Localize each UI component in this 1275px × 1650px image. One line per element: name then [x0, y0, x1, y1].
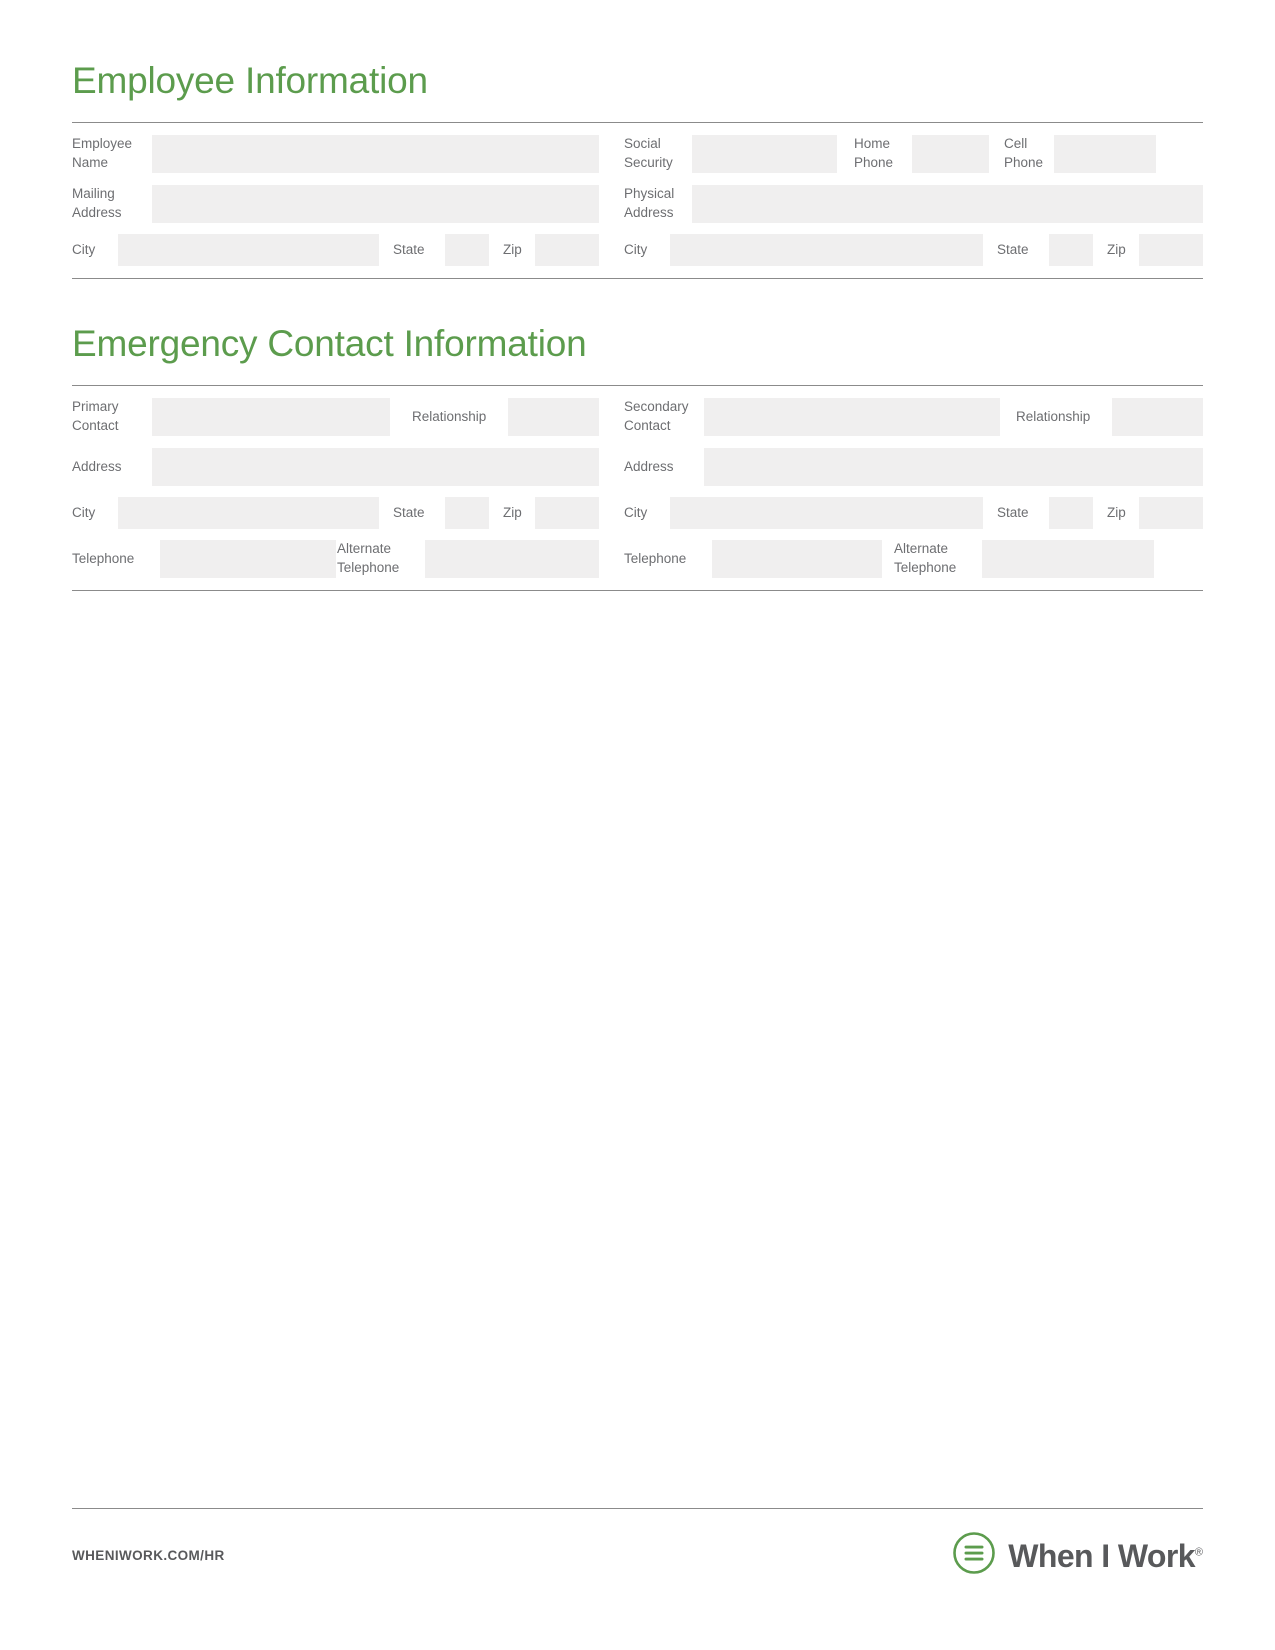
primary-address-input[interactable] [152, 448, 599, 486]
primary-relationship-input[interactable] [508, 398, 599, 436]
secondary-state-label: State [997, 504, 1029, 520]
secondary-telephone-row: Telephone Alternate Telephone [624, 540, 1203, 578]
employee-information-section: Employee Name Mailing Address City State [72, 122, 1203, 279]
footer: WHENIWORK.COM/HR When I Work® [72, 1508, 1203, 1580]
physical-zip-label: Zip [1107, 241, 1126, 257]
top-spacer [72, 0, 1203, 62]
title-spacer [72, 99, 1203, 122]
secondary-city-label: City [624, 504, 648, 520]
primary-state-input[interactable] [445, 497, 489, 529]
physical-address-input[interactable] [692, 185, 1203, 223]
employee-name-row: Employee Name [72, 135, 599, 173]
emergency-contact-title: Emergency Contact Information [72, 323, 587, 364]
physical-address-row: Physical Address [624, 185, 1203, 223]
primary-state-label: State [393, 504, 425, 520]
primary-zip-label: Zip [503, 504, 522, 520]
social-security-input[interactable] [692, 135, 837, 173]
primary-contact-column: Primary Contact Relationship Address Cit… [72, 398, 599, 578]
mailing-city-state-zip-row: City State Zip [72, 234, 599, 266]
page-title: Employee Information [72, 60, 428, 101]
secondary-address-input[interactable] [704, 448, 1203, 486]
primary-alternate-telephone-label: Alternate Telephone [337, 541, 400, 575]
secondary-city-state-zip-row: City State Zip [624, 497, 1203, 529]
mailing-state-label: State [393, 241, 425, 257]
primary-address-label: Address [72, 458, 122, 474]
secondary-alternate-telephone-label: Alternate Telephone [894, 541, 957, 575]
home-phone-input[interactable] [912, 135, 989, 173]
mailing-city-input[interactable] [118, 234, 379, 266]
primary-city-input[interactable] [118, 497, 379, 529]
secondary-zip-label: Zip [1107, 504, 1126, 520]
cell-phone-input[interactable] [1054, 135, 1156, 173]
secondary-relationship-input[interactable] [1112, 398, 1203, 436]
primary-zip-input[interactable] [535, 497, 599, 529]
secondary-telephone-input[interactable] [712, 540, 882, 578]
secondary-address-label: Address [624, 458, 674, 474]
secondary-contact-input[interactable] [704, 398, 1000, 436]
physical-address-label: Physical Address [624, 186, 675, 220]
emergency-contact-section: Primary Contact Relationship Address Cit… [72, 385, 1203, 591]
primary-city-state-zip-row: City State Zip [72, 497, 599, 529]
employee-information-columns: Employee Name Mailing Address City State [72, 135, 1203, 266]
mailing-city-label: City [72, 241, 96, 257]
emergency-title-spacer [72, 362, 1203, 385]
primary-telephone-row: Telephone Alternate Telephone [72, 540, 599, 578]
mailing-state-input[interactable] [445, 234, 489, 266]
secondary-city-input[interactable] [670, 497, 983, 529]
physical-city-label: City [624, 241, 648, 257]
primary-alternate-telephone-input[interactable] [425, 540, 599, 578]
form-page: Employee Information Employee Name Maili… [0, 0, 1275, 1650]
emergency-contact-columns: Primary Contact Relationship Address Cit… [72, 398, 1203, 578]
footer-url: WHENIWORK.COM/HR [72, 1548, 225, 1563]
physical-state-label: State [997, 241, 1029, 257]
employee-right-column: Social Security Home Phone Cell Phone Ph… [624, 135, 1203, 266]
secondary-alternate-telephone-input[interactable] [982, 540, 1154, 578]
mailing-address-input[interactable] [152, 185, 599, 223]
primary-telephone-input[interactable] [160, 540, 336, 578]
physical-state-input[interactable] [1049, 234, 1093, 266]
cell-phone-label: Cell Phone [1004, 136, 1044, 170]
primary-contact-label: Primary Contact [72, 399, 119, 433]
primary-address-row: Address [72, 448, 599, 486]
primary-telephone-label: Telephone [72, 550, 135, 566]
secondary-zip-input[interactable] [1139, 497, 1203, 529]
physical-city-state-zip-row: City State Zip [624, 234, 1203, 266]
primary-contact-input[interactable] [152, 398, 390, 436]
secondary-contact-column: Secondary Contact Relationship Address C… [624, 398, 1203, 578]
mailing-zip-label: Zip [503, 241, 522, 257]
mailing-zip-input[interactable] [535, 234, 599, 266]
ssn-phones-row: Social Security Home Phone Cell Phone [624, 135, 1203, 173]
secondary-state-input[interactable] [1049, 497, 1093, 529]
employee-left-column: Employee Name Mailing Address City State [72, 135, 599, 266]
logo-wordmark: When I Work® [1008, 1540, 1203, 1572]
footer-divider [72, 1508, 1203, 1509]
logo-wordmark-text: When I Work [1008, 1537, 1195, 1574]
employee-name-label: Employee Name [72, 136, 133, 170]
primary-city-label: City [72, 504, 96, 520]
secondary-address-row: Address [624, 448, 1203, 486]
mailing-address-row: Mailing Address [72, 185, 599, 223]
secondary-contact-label: Secondary Contact [624, 399, 689, 433]
physical-zip-input[interactable] [1139, 234, 1203, 266]
primary-relationship-label: Relationship [412, 408, 487, 424]
when-i-work-logo: When I Work® [952, 1531, 1203, 1580]
secondary-relationship-label: Relationship [1016, 408, 1091, 424]
physical-city-input[interactable] [670, 234, 983, 266]
registered-mark: ® [1194, 1545, 1203, 1558]
secondary-telephone-label: Telephone [624, 550, 687, 566]
primary-contact-row: Primary Contact Relationship [72, 398, 599, 436]
mailing-address-label: Mailing Address [72, 186, 122, 220]
hamburger-circle-icon [952, 1531, 996, 1580]
home-phone-label: Home Phone [854, 136, 894, 170]
employee-name-input[interactable] [152, 135, 599, 173]
social-security-label: Social Security [624, 136, 673, 170]
secondary-contact-row: Secondary Contact Relationship [624, 398, 1203, 436]
